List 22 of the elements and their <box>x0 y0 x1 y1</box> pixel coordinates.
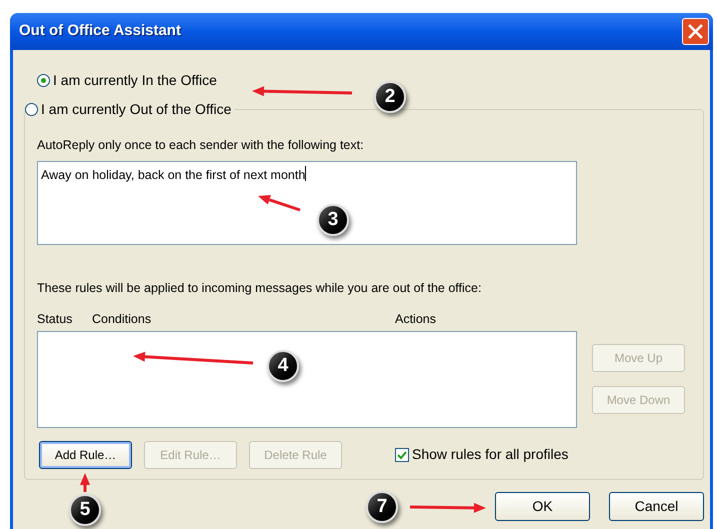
arrow <box>80 473 90 492</box>
radio-button[interactable] <box>25 102 38 116</box>
rules-label: These rules will be applied to incoming messages while you are out of the office: <box>37 280 482 297</box>
checkbox-label: Show rules for all profiles <box>412 445 568 464</box>
rules-list[interactable] <box>37 330 577 428</box>
column-header: Actions <box>395 310 436 328</box>
autoreply-label: AutoReply only once to each sender with the following text: <box>37 137 365 154</box>
radio-button[interactable] <box>37 74 50 86</box>
column-header: Status <box>37 310 72 328</box>
close-button[interactable] <box>682 18 709 45</box>
arrow <box>258 195 300 212</box>
close-icon <box>688 24 703 39</box>
radio-label: I am currently Out of the Office <box>41 100 232 119</box>
add-rule-button[interactable]: Add Rule… <box>39 440 132 468</box>
autoreply-text: Away on holiday, back on the first of next month <box>41 166 306 184</box>
column-header: Conditions <box>92 310 152 328</box>
checkbox[interactable] <box>395 448 409 462</box>
text-cursor <box>305 166 306 181</box>
radio-label: I am currently In the Office <box>53 70 217 90</box>
cancel-button[interactable]: Cancel <box>609 492 704 520</box>
window-title: Out of Office Assistant <box>19 21 181 42</box>
ok-button[interactable]: OK <box>495 492 590 520</box>
